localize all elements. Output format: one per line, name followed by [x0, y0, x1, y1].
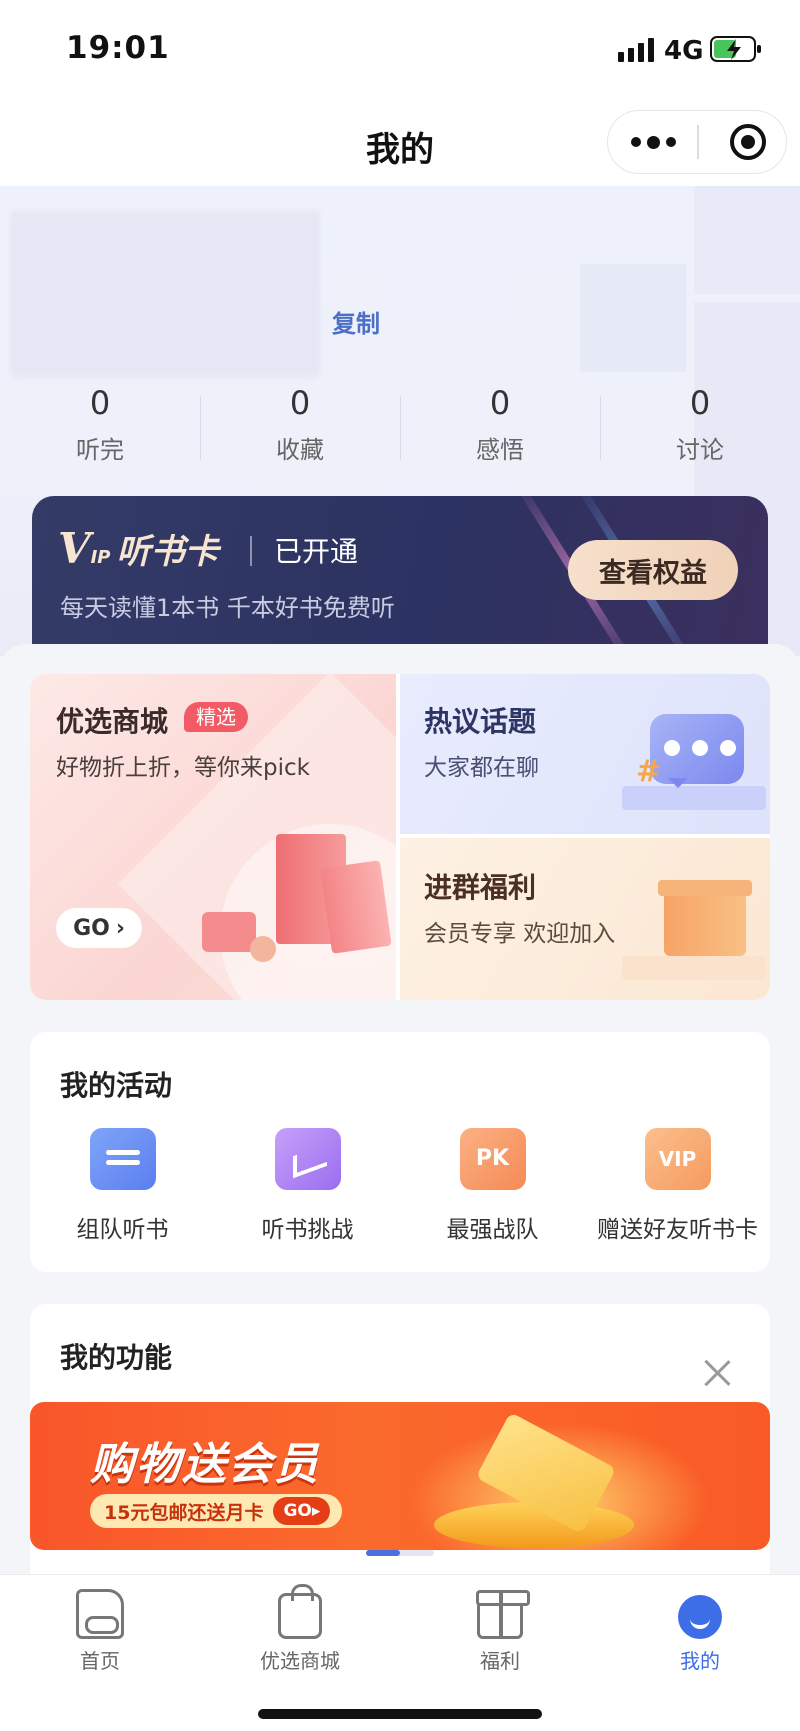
vip-card-banner[interactable]: V IP 听书卡 已开通 每天读懂1本书 千本好书免费听 查看权益: [32, 496, 768, 656]
promo-topic-title: 热议话题: [424, 705, 537, 738]
tab-mall[interactable]: 优选商城: [200, 1584, 400, 1674]
status-time: 19:01: [66, 30, 170, 66]
team-book-icon: [89, 1128, 156, 1190]
hashtag-icon: #: [636, 754, 662, 789]
stat-value: 0: [289, 384, 311, 422]
stat-value: 0: [489, 384, 511, 422]
promo-mall-card[interactable]: 优选商城 精选 好物折上折，等你来pick GO ›: [30, 674, 543, 1000]
activity-label: 最强战队: [446, 1217, 539, 1243]
vip-card-title: 听书卡: [116, 532, 219, 572]
promo-topic-card[interactable]: 热议话题 大家都在聊 #: [400, 674, 770, 834]
activities-list: 组队听书 听书挑战 PK 最强战队 VIP 赠送好友听书卡: [30, 1128, 770, 1244]
platform-illustration: [622, 956, 766, 980]
carousel-indicator: [366, 1550, 434, 1556]
stat-value: 0: [689, 384, 711, 422]
play-arrow-icon: ▸: [311, 1501, 321, 1521]
stat-label: 感悟: [476, 436, 524, 464]
tab-bar: 首页 优选商城 福利 我的: [0, 1574, 800, 1731]
vip-logo-ip: IP: [90, 547, 111, 568]
shopping-box-illustration: [320, 860, 392, 954]
battery-charging-icon: [710, 36, 761, 62]
stat-favorites[interactable]: 0 收藏: [200, 384, 400, 464]
activity-label: 赠送好友听书卡: [597, 1217, 758, 1243]
tab-mine[interactable]: 我的: [600, 1589, 800, 1674]
chat-bubble-icon: [650, 714, 744, 788]
profile-face-icon: [678, 1595, 722, 1639]
go-label: GO: [283, 1501, 312, 1521]
tab-home[interactable]: 首页: [0, 1589, 200, 1674]
capsule-divider: [697, 125, 699, 159]
home-indicator: [258, 1709, 542, 1719]
featured-badge: 精选: [184, 702, 248, 732]
vip-status: 已开通: [274, 535, 359, 568]
shopping-bag-icon: [278, 1584, 322, 1639]
pk-icon: PK: [459, 1128, 526, 1190]
tab-label: 首页: [80, 1649, 120, 1673]
promo-mall-title: 优选商城: [56, 705, 169, 738]
tab-label: 我的: [680, 1649, 720, 1673]
avatar-username-blurred: [10, 210, 320, 378]
mall-go-button[interactable]: GO ›: [56, 908, 142, 948]
gift-box-icon: [658, 880, 752, 956]
ball-illustration: [250, 936, 276, 962]
profile-header: 复制 0 听完 0 收藏 0 感悟 0 讨论 V IP 听书卡 已开通 每天读懂…: [0, 186, 800, 656]
promo-welfare-card[interactable]: 进群福利 会员专享 欢迎加入: [400, 838, 770, 1000]
blurred-area: [580, 264, 686, 372]
promo-mall-subtitle: 好物折上折，等你来pick: [56, 755, 310, 781]
gift-icon: [476, 1590, 530, 1639]
banner-subtitle: 15元包邮还送月卡: [104, 1501, 264, 1524]
banner-offer: 15元包邮还送月卡 GO ▸: [90, 1494, 343, 1528]
vip-logo-v: V: [58, 524, 91, 573]
gift-illustration: [202, 912, 256, 952]
stat-insights[interactable]: 0 感悟: [400, 384, 600, 464]
tab-welfare[interactable]: 福利: [400, 1589, 600, 1674]
promo-topic-subtitle: 大家都在聊: [424, 755, 539, 781]
chevron-right-icon: ›: [115, 915, 125, 941]
carousel-indicator-active: [366, 1550, 400, 1556]
copy-id-button[interactable]: 复制: [332, 304, 380, 339]
my-activities-card: 我的活动 组队听书 听书挑战 PK 最强战队 VIP 赠送好友听书卡: [30, 1032, 770, 1272]
network-type: 4G: [664, 36, 704, 66]
vip-subtitle: 每天读懂1本书 千本好书免费听: [60, 594, 395, 622]
vip-logo: V IP 听书卡: [58, 524, 218, 573]
promo-grid: 优选商城 精选 好物折上折，等你来pick GO › 热议话题 大家都在聊 #: [30, 674, 770, 1000]
stat-label: 收藏: [276, 436, 324, 464]
functions-title: 我的功能: [60, 1341, 173, 1374]
activities-title: 我的活动: [60, 1069, 173, 1102]
banner-title: 购物送会员: [90, 1439, 320, 1490]
more-options-icon[interactable]: [608, 111, 698, 173]
close-program-icon[interactable]: [730, 124, 766, 160]
stat-discussions[interactable]: 0 讨论: [600, 384, 800, 464]
status-bar: 19:01 4G: [0, 0, 800, 100]
shopping-membership-banner[interactable]: 购物送会员 15元包邮还送月卡 GO ▸: [30, 1402, 770, 1550]
signal-icon: [618, 38, 654, 62]
stat-label: 讨论: [676, 436, 724, 464]
challenge-chart-icon: [274, 1128, 341, 1190]
stat-finished[interactable]: 0 听完: [0, 384, 200, 464]
promo-welfare-title: 进群福利: [424, 871, 537, 904]
mini-program-capsule: [607, 110, 787, 174]
banner-go-button[interactable]: GO ▸: [273, 1497, 331, 1525]
activity-gift-card[interactable]: VIP 赠送好友听书卡: [585, 1128, 770, 1244]
activity-label: 听书挑战: [261, 1217, 354, 1243]
go-label: GO: [73, 915, 110, 941]
activity-listening-challenge[interactable]: 听书挑战: [215, 1128, 400, 1244]
vip-card-icon: VIP: [644, 1128, 711, 1190]
activity-label: 组队听书: [76, 1217, 169, 1243]
platform-illustration: [622, 786, 766, 810]
promo-welfare-subtitle: 会员专享 欢迎加入: [424, 921, 616, 947]
tab-label: 福利: [480, 1649, 520, 1673]
tab-label: 优选商城: [260, 1649, 340, 1673]
close-banner-icon[interactable]: [700, 1356, 734, 1390]
activity-team-listening[interactable]: 组队听书: [30, 1128, 215, 1244]
blurred-area: [694, 186, 800, 294]
vip-separator: [250, 536, 252, 566]
nav-bar: 我的: [0, 100, 800, 186]
stats-row: 0 听完 0 收藏 0 感悟 0 讨论: [0, 384, 800, 464]
view-benefits-button[interactable]: 查看权益: [568, 540, 738, 600]
home-book-icon: [76, 1589, 124, 1639]
stat-value: 0: [89, 384, 111, 422]
stat-label: 听完: [76, 436, 124, 464]
activity-strongest-team[interactable]: PK 最强战队: [400, 1128, 585, 1244]
